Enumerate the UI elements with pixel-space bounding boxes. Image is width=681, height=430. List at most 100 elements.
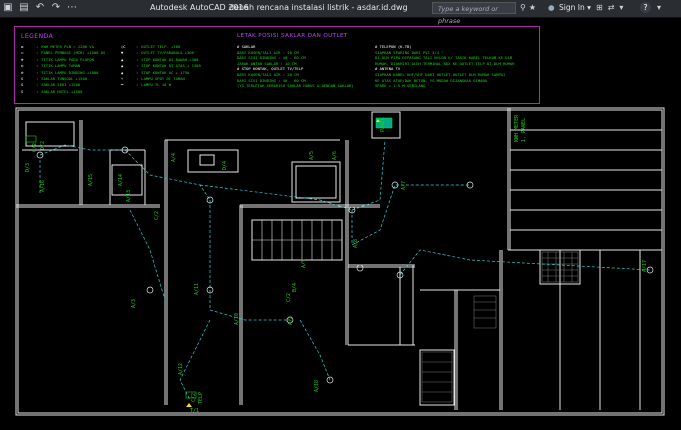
signin-label: Sign In <box>559 3 585 12</box>
save-icon[interactable]: ▣ <box>2 2 14 14</box>
legend-label: PANEL PEMBAGI (MCB) +1500 AS <box>41 50 106 56</box>
label-d3: D/3 <box>25 163 31 172</box>
exchange-icon[interactable]: ⇄ <box>608 2 615 14</box>
legend-separator: : <box>36 50 39 56</box>
label-a5: A/5 <box>309 151 315 160</box>
kwh-meter-sub-label: 1. PANEL <box>521 118 527 142</box>
legend-label: SAKLAR SERI +1500 <box>41 82 81 88</box>
search-tools: ⚲ ★ <box>520 2 536 14</box>
legend-label: STOP KONTAK DI ATAS + 1300 <box>141 63 201 69</box>
cart-icon[interactable]: ⊞ <box>596 2 603 14</box>
ketentuan-line: SPARE = 1.5 M SEBILANG <box>375 83 426 89</box>
ketentuan-column-1: # SAKLAR DARI KUSEN/TALI AIR : 20 CM DARI … <box>237 44 354 89</box>
more-icon[interactable]: ⋯ <box>66 2 78 14</box>
label-telp: TELP <box>198 392 204 404</box>
legend-label: KWH METER PLN = 2200 VA <box>41 44 94 49</box>
label-a10: A/10 <box>234 313 240 325</box>
kwh-meter-label: KWH METER <box>514 114 520 142</box>
document-title: denah rencana instalasi listrik - asdar.… <box>229 3 408 12</box>
label-c2d: C/2 <box>191 393 197 402</box>
ketentuan-line: SIAPKAN KABEL UHF/VHF DARI OUTLET-OUTLET… <box>375 71 506 77</box>
label-a16: A/16 <box>40 180 46 192</box>
legend-item: ━: LAMPU TL 18 W <box>121 82 201 88</box>
legend-label: SAKLAR HOTEL +1500 <box>41 88 83 94</box>
label-a17: A/17 <box>642 260 648 272</box>
label-c2: C/2 <box>32 143 38 152</box>
quick-access-toolbar: ▣ ▤ ↶ ↷ ⋯ <box>2 2 78 14</box>
panel-label: PANEL <box>380 117 386 132</box>
legend-separator: : <box>136 56 139 62</box>
legend-label: STOP KONTAK DI BAWAH +300 <box>141 56 199 62</box>
label-d2: D/2 <box>40 141 46 150</box>
legend-label: STOP KONTAK AC + 1750 <box>141 69 190 75</box>
ketentuan-column-2: # TELEPON (K.TB) SIAPKAN SPARING DARI PVC… <box>375 44 514 89</box>
label-a11: A/11 <box>194 283 200 295</box>
legend-separator: : <box>36 63 39 69</box>
legend-separator: : <box>36 44 39 49</box>
yellow-markers <box>186 119 380 407</box>
legend-label: OUTLET TV/PARABOLA +300 <box>141 50 194 56</box>
legend-label: LAMPU SPOT DI TAMAN <box>141 75 185 81</box>
label-b4: B/4 <box>292 283 298 292</box>
legend-separator: : <box>136 50 139 56</box>
ketentuan-title: LETAK POSISI SAKLAR DAN OUTLET <box>237 33 348 39</box>
label-a2: A/2 <box>288 316 294 325</box>
label-a12: A/12 <box>178 363 184 375</box>
legend-separator: : <box>136 82 139 88</box>
legend-separator: : <box>36 82 39 88</box>
title-bar: ▣ ▤ ↶ ↷ ⋯ Autodesk AutoCAD 2016 denah re… <box>0 0 681 25</box>
binoculars-icon[interactable]: ⚲ <box>520 2 526 14</box>
legend-symbol: S <box>21 88 24 94</box>
legend-label: TITIK LAMPU DINDING +1800 <box>41 69 99 75</box>
undo-icon[interactable]: ↶ <box>34 2 46 14</box>
drawing-canvas[interactable]: KWH METER 1. PANEL PANEL D/3 C/2 D/2 A/1… <box>0 17 681 426</box>
label-a4: A/4 <box>171 153 177 162</box>
label-a14: A/14 <box>118 174 124 186</box>
label-a6: A/6 <box>332 151 338 160</box>
legend-separator: : <box>136 63 139 69</box>
legend-column-1: ▬: KWH METER PLN = 2200 VA ▭: PANEL PEMBAGI… <box>21 44 105 95</box>
help-icon[interactable]: ? <box>640 2 651 13</box>
legend-separator: : <box>36 56 39 62</box>
legend-label: TITIK LAMPU PADA PLAFON <box>41 56 94 62</box>
label-a15: A/15 <box>88 174 94 186</box>
search-input[interactable]: Type a keyword or phrase <box>432 2 516 25</box>
label-a9: A/9 <box>301 259 307 268</box>
ketentuan-line: (YG TERLETAK SEBARISH SAKLAR HARUS & DEN… <box>237 83 354 89</box>
label-c2b: C/2 <box>154 211 160 220</box>
redo-icon[interactable]: ↷ <box>50 2 62 14</box>
legend-label: TITIK LAMPU TAMAN <box>41 63 81 69</box>
legend-label: OUTLET TELP. +300 <box>141 44 181 49</box>
legend-separator: : <box>36 69 39 75</box>
label-a3: A/3 <box>131 299 137 308</box>
legend-label: LAMPU TL 18 W <box>141 82 172 88</box>
legend-item: S: SAKLAR HOTEL +1500 <box>21 89 105 95</box>
window-controls[interactable]: ▾ <box>657 2 661 14</box>
star-icon[interactable]: ★ <box>529 2 536 14</box>
person-icon: ● <box>548 3 555 12</box>
more-dropdown-icon[interactable]: ▾ <box>619 2 623 14</box>
label-a18: A/18 <box>314 380 320 392</box>
label-d4: D/4 <box>222 161 228 170</box>
legend-separator: : <box>136 69 139 75</box>
label-a13: A/13 <box>126 190 132 202</box>
legend-box: LEGENDA ▬: KWH METER PLN = 2200 VA ▭: PANEL… <box>14 26 540 104</box>
open-icon[interactable]: ▤ <box>18 2 30 14</box>
legend-separator: : <box>136 44 139 49</box>
label-c2c: C/2 <box>286 293 292 302</box>
legend-title: LEGENDA <box>21 33 54 40</box>
account-tools: ⊞ ⇄ ▾ <box>596 2 623 14</box>
legend-column-2: ○C: OUTLET TELP. +300 ▼: OUTLET TV/PARABOLA… <box>121 44 201 89</box>
legend-separator: : <box>36 88 39 94</box>
label-t1: T/1 <box>190 408 199 414</box>
signin-button[interactable]: ● Sign In ▾ <box>548 2 591 14</box>
ketentuan-line: DI DLM PIPA DIPASANG TALI NYLON U/ TARIK… <box>375 55 513 61</box>
legend-separator: : <box>36 75 39 81</box>
legend-label: SAKLAR TUNGGAL +1500 <box>41 75 88 81</box>
legend-separator: : <box>136 75 139 81</box>
legend-symbol: ━ <box>121 82 124 88</box>
walls <box>15 107 665 416</box>
label-a8: A/8 <box>353 239 359 248</box>
fixture-symbols <box>36 146 654 384</box>
label-a7: A/7 <box>401 181 407 190</box>
